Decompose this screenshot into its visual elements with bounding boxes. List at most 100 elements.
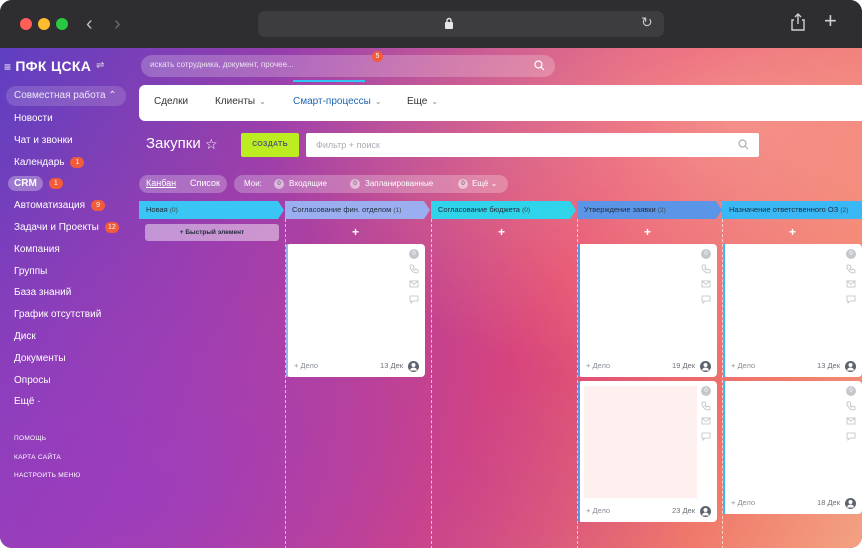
- filter-search-input[interactable]: Фильтр + поиск: [306, 133, 759, 157]
- share-icon[interactable]: [790, 12, 806, 32]
- add-activity-link[interactable]: + Дело: [294, 361, 318, 370]
- sidebar-footer-link[interactable]: ПОМОЩЬ: [14, 430, 81, 449]
- column-header[interactable]: Новая (0): [139, 201, 285, 219]
- sidebar-settings-icon[interactable]: ⇌: [96, 60, 104, 71]
- mail-icon[interactable]: [846, 279, 856, 289]
- quick-add-button[interactable]: + Быстрый элемент: [145, 224, 279, 241]
- counter-more[interactable]: Ещё ⌄: [472, 179, 497, 188]
- user-avatar-icon[interactable]: [700, 506, 711, 517]
- phone-icon[interactable]: [846, 264, 856, 274]
- counter-incoming[interactable]: Входящие: [289, 179, 327, 188]
- add-activity-link[interactable]: + Дело: [586, 361, 610, 370]
- mail-icon[interactable]: [701, 279, 711, 289]
- add-activity-link[interactable]: + Дело: [731, 498, 755, 507]
- add-item-button[interactable]: +: [577, 225, 718, 239]
- column-header[interactable]: Согласование фин. отделом (1): [285, 201, 431, 219]
- kanban-card[interactable]: 0 + Дело 19 Дек: [578, 244, 717, 377]
- search-icon[interactable]: [534, 60, 545, 71]
- tab-smart-processes[interactable]: Смарт-процессы ⌄: [293, 96, 382, 107]
- column-header[interactable]: Назначение ответственного ОЗ (2): [722, 201, 862, 219]
- counter-badge: 1: [48, 178, 63, 190]
- add-item-button[interactable]: +: [285, 225, 426, 239]
- column-title-text: Согласование бюджета: [438, 205, 520, 214]
- create-button[interactable]: СОЗДАТЬ: [241, 133, 299, 157]
- sidebar-item[interactable]: Автоматизация 9: [0, 195, 135, 217]
- card-stage-stripe: [578, 244, 580, 377]
- card-stage-stripe: [723, 381, 725, 514]
- sidebar-item[interactable]: Диск: [0, 326, 135, 348]
- user-avatar-icon[interactable]: [845, 498, 856, 509]
- tab-more[interactable]: Еще ⌄: [407, 96, 438, 107]
- browser-titlebar: ‹ › ↻ +: [0, 0, 862, 48]
- search-icon[interactable]: [738, 139, 749, 150]
- kanban-column: Согласование бюджета (0) +: [431, 201, 576, 548]
- kanban-card[interactable]: 0 + Дело 18 Дек: [723, 381, 862, 514]
- tab-deals[interactable]: Сделки: [154, 96, 188, 107]
- phone-icon[interactable]: [701, 264, 711, 274]
- mail-icon[interactable]: [846, 416, 856, 426]
- kanban-column: Новая (0) + Быстрый элемент: [139, 201, 284, 548]
- column-title: Согласование фин. отделом (1): [292, 205, 401, 214]
- kanban-card[interactable]: 0 + Дело 13 Дек: [723, 244, 862, 377]
- minimize-window-button[interactable]: [38, 18, 50, 30]
- chat-icon[interactable]: [701, 294, 711, 304]
- sidebar-footer-link[interactable]: НАСТРОИТЬ МЕНЮ: [14, 467, 81, 486]
- sidebar-item[interactable]: Календарь 1: [0, 152, 135, 174]
- chat-icon[interactable]: [846, 431, 856, 441]
- user-avatar-icon[interactable]: [700, 361, 711, 372]
- add-activity-link[interactable]: + Дело: [731, 361, 755, 370]
- user-avatar-icon[interactable]: [408, 361, 419, 372]
- column-header[interactable]: Согласование бюджета (0): [431, 201, 577, 219]
- add-activity-link[interactable]: + Дело: [586, 506, 610, 515]
- card-counter: 0: [701, 249, 711, 259]
- column-count: (2): [840, 207, 849, 214]
- kanban-card[interactable]: 0 + Дело 13 Дек: [286, 244, 425, 377]
- add-item-button[interactable]: +: [431, 225, 572, 239]
- global-search[interactable]: искать сотрудника, документ, прочее...: [141, 55, 555, 77]
- sidebar-item[interactable]: Чат и звонки: [0, 130, 135, 152]
- sidebar-group-toggle[interactable]: Совместная работа ⌃: [6, 86, 126, 106]
- phone-icon[interactable]: [701, 401, 711, 411]
- mail-icon[interactable]: [701, 416, 711, 426]
- chat-icon[interactable]: [846, 294, 856, 304]
- tab-clients[interactable]: Клиенты ⌄: [215, 96, 266, 107]
- phone-icon[interactable]: [846, 401, 856, 411]
- reload-icon[interactable]: ↻: [641, 14, 653, 31]
- sidebar-item[interactable]: График отсутствий: [0, 304, 135, 326]
- star-icon[interactable]: ☆: [205, 136, 218, 153]
- view-kanban[interactable]: Канбан: [146, 178, 176, 188]
- sidebar-item[interactable]: CRM 1: [0, 173, 135, 195]
- sidebar-item[interactable]: Компания: [0, 239, 135, 261]
- card-counter: 0: [846, 386, 856, 396]
- back-arrow-icon[interactable]: ‹: [86, 12, 93, 36]
- kanban-card[interactable]: 0 + Дело 23 Дек: [578, 381, 717, 522]
- sidebar-item[interactable]: Документы: [0, 348, 135, 370]
- portal-logo[interactable]: ≡ ПФК ЦСКА: [4, 58, 91, 74]
- address-bar[interactable]: [258, 11, 664, 37]
- column-title-text: Согласование фин. отделом: [292, 205, 392, 214]
- sidebar-item[interactable]: Группы: [0, 261, 135, 283]
- add-item-button[interactable]: +: [722, 225, 862, 239]
- view-list[interactable]: Список: [190, 178, 220, 188]
- sidebar-item[interactable]: Новости: [0, 108, 135, 130]
- chat-icon[interactable]: [409, 294, 419, 304]
- forward-arrow-icon[interactable]: ›: [114, 12, 121, 36]
- mail-icon[interactable]: [409, 279, 419, 289]
- sidebar-item-label: Ещё ·: [14, 396, 41, 408]
- chat-icon[interactable]: [701, 431, 711, 441]
- menu-burger-icon[interactable]: ≡: [4, 60, 11, 74]
- sidebar-item[interactable]: Задачи и Проекты 12: [0, 217, 135, 239]
- column-header[interactable]: Утверждение заявки (2): [577, 201, 723, 219]
- sidebar-item[interactable]: База знаний: [0, 282, 135, 304]
- phone-icon[interactable]: [409, 264, 419, 274]
- close-window-button[interactable]: [20, 18, 32, 30]
- sidebar-item[interactable]: Опросы: [0, 370, 135, 392]
- user-avatar-icon[interactable]: [845, 361, 856, 372]
- sidebar-footer-link[interactable]: КАРТА САЙТА: [14, 449, 81, 468]
- sidebar-item[interactable]: Ещё ·: [0, 391, 135, 413]
- tab-counter-badge: 5: [372, 51, 383, 62]
- zoom-window-button[interactable]: [56, 18, 68, 30]
- crm-top-nav: Сделки Клиенты ⌄ Смарт-процессы ⌄ Еще ⌄: [139, 85, 862, 121]
- new-tab-icon[interactable]: +: [824, 8, 837, 34]
- counter-planned[interactable]: Запланированные: [365, 179, 433, 188]
